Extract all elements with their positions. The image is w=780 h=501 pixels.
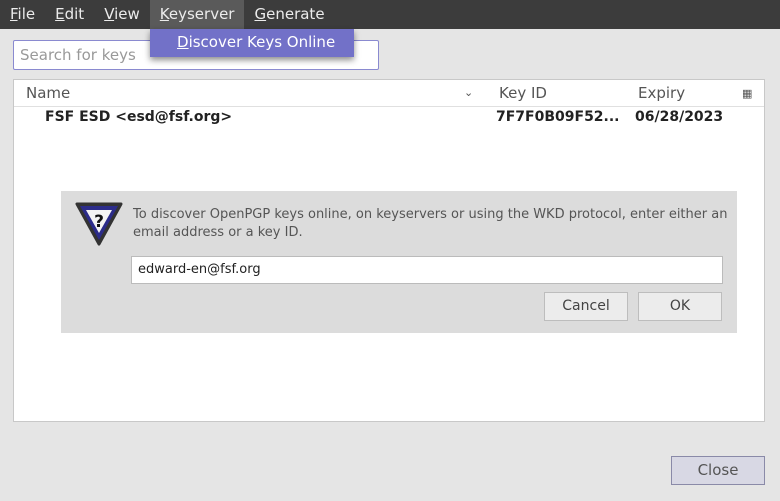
cancel-button[interactable]: Cancel — [544, 292, 628, 321]
menu-keyserver[interactable]: Keyserver — [149, 0, 245, 29]
column-expiry[interactable]: Expiry — [638, 84, 685, 102]
column-name[interactable]: Name — [26, 84, 70, 102]
table-header: Name ⌄ Key ID Expiry ▦ — [14, 80, 764, 107]
close-button[interactable]: Close — [671, 456, 765, 485]
chevron-down-icon[interactable]: ⌄ — [464, 86, 473, 99]
question-icon: ? — [75, 202, 123, 246]
svg-text:?: ? — [94, 212, 104, 232]
key-search-input[interactable]: edward-en@fsf.org — [131, 256, 723, 284]
discover-dialog: ? To discover OpenPGP keys online, on ke… — [61, 191, 737, 333]
menubar: File Edit View Keyserver Generate — [0, 0, 780, 29]
menu-file[interactable]: File — [0, 0, 45, 29]
ok-button[interactable]: OK — [638, 292, 722, 321]
menu-edit[interactable]: Edit — [45, 0, 94, 29]
menu-generate[interactable]: Generate — [244, 0, 334, 29]
menu-item-discover-keys-online[interactable]: Discover Keys Online — [150, 29, 354, 57]
menu-view[interactable]: View — [94, 0, 150, 29]
column-key-id[interactable]: Key ID — [499, 84, 547, 102]
dialog-message: To discover OpenPGP keys online, on keys… — [133, 207, 728, 240]
column-chooser-icon[interactable]: ▦ — [742, 87, 752, 100]
